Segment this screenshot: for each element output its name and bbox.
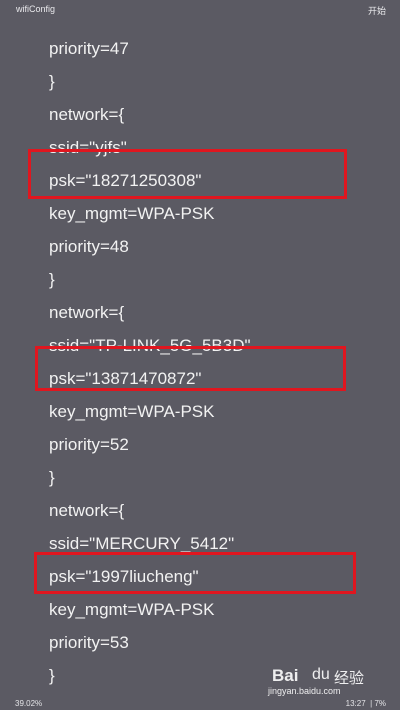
baidu-jingyan-watermark: Bai du 经验 jingyan.baidu.com bbox=[268, 666, 378, 696]
config-line: } bbox=[49, 72, 55, 91]
status-readout: 13:27 | 7% bbox=[346, 699, 386, 708]
highlight-box-psk-2 bbox=[35, 346, 346, 391]
highlight-box-psk-1 bbox=[28, 149, 347, 199]
config-line: } bbox=[49, 270, 55, 289]
title-bar: wifiConfig 开始 bbox=[0, 0, 400, 18]
config-line: key_mgmt=WPA-PSK bbox=[49, 204, 215, 223]
config-line: } bbox=[49, 468, 55, 487]
watermark-url: jingyan.baidu.com bbox=[268, 686, 341, 696]
config-line: priority=52 bbox=[49, 435, 129, 454]
config-line: network={ bbox=[49, 303, 125, 322]
app-title: wifiConfig bbox=[16, 4, 56, 14]
config-line: priority=53 bbox=[49, 633, 129, 652]
clock: 13:27 bbox=[345, 699, 366, 708]
config-line: key_mgmt=WPA-PSK bbox=[49, 402, 215, 421]
separator: | bbox=[367, 699, 373, 708]
config-line: priority=47 bbox=[49, 39, 129, 58]
watermark-brand: Bai bbox=[272, 666, 299, 685]
config-line: network={ bbox=[49, 501, 125, 520]
start-button[interactable]: 开始 bbox=[368, 4, 386, 17]
battery-level: 7% bbox=[374, 699, 386, 708]
scroll-percent: 39.02% bbox=[15, 699, 43, 708]
config-line: priority=48 bbox=[49, 237, 129, 256]
config-line: key_mgmt=WPA-PSK bbox=[49, 600, 215, 619]
highlight-box-psk-3 bbox=[34, 552, 356, 594]
config-line: network={ bbox=[49, 105, 125, 124]
watermark-paw-text: du bbox=[312, 666, 330, 683]
watermark-cn: 经验 bbox=[334, 670, 365, 687]
